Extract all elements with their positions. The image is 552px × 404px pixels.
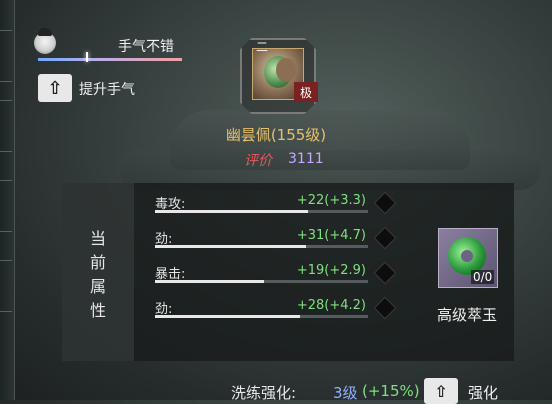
left-side-rail [0,0,15,400]
stat-base: +22 [296,193,325,208]
stat-bar [155,210,368,213]
stat-bar-fill [155,210,309,213]
rail-tab[interactable] [0,180,12,232]
boost-luck-button[interactable]: ⇧ [38,74,72,102]
stat-value: +22(+3.3) [280,193,366,208]
pendant-cutout [276,58,296,82]
stat-value: +28(+4.2) [280,298,366,313]
luck-gauge [38,58,182,61]
stat-bonus: (+4.7) [324,228,366,243]
rail-tab[interactable] [0,260,12,312]
score-label: 评价 [244,153,272,169]
enhance-button[interactable]: ⇧ [424,378,458,404]
boost-luck-label[interactable]: 提升手气 [79,79,135,99]
title-char: 属 [89,277,106,296]
luck-gauge-marker [85,52,88,62]
enhance-arrow-icon: ⇧ [434,381,448,401]
stat-bar-fill [155,245,307,248]
stat-base: +28 [296,298,325,313]
stat-value: +31(+4.7) [280,228,366,243]
title-char: 前 [89,253,106,272]
stat-bonus: (+2.9) [324,263,366,278]
score-value: 3111 [288,151,324,167]
item-name: 幽昙佩(155级) [225,126,327,144]
rail-tab[interactable] [0,30,12,82]
stat-value: +19(+2.9) [280,263,366,278]
stat-bonus: (+4.2) [324,298,366,313]
item-tier-mark: 二 [256,40,269,54]
luck-mascot-icon [34,28,56,54]
title-char: 当 [89,229,106,248]
current-attributes-title: 当 前 属 性 [88,227,108,323]
stat-bar-fill [155,315,300,318]
stat-bar [155,280,368,283]
item-grade-badge: 极 [294,82,318,102]
jade-ring-hole [461,250,473,262]
stat-base: +19 [296,263,325,278]
stat-bar [155,315,368,318]
title-char: 性 [89,301,106,320]
refine-bonus: (+15%) [362,382,420,400]
stat-bar-fill [155,280,264,283]
material-count: 0/0 [471,270,495,284]
luck-status-label: 手气不错 [118,39,174,55]
stat-bonus: (+3.3) [324,193,366,208]
stat-bar [155,245,368,248]
material-name: 高级萃玉 [436,306,497,324]
arrow-up-icon: ⇧ [47,77,63,99]
stat-base: +31 [296,228,325,243]
